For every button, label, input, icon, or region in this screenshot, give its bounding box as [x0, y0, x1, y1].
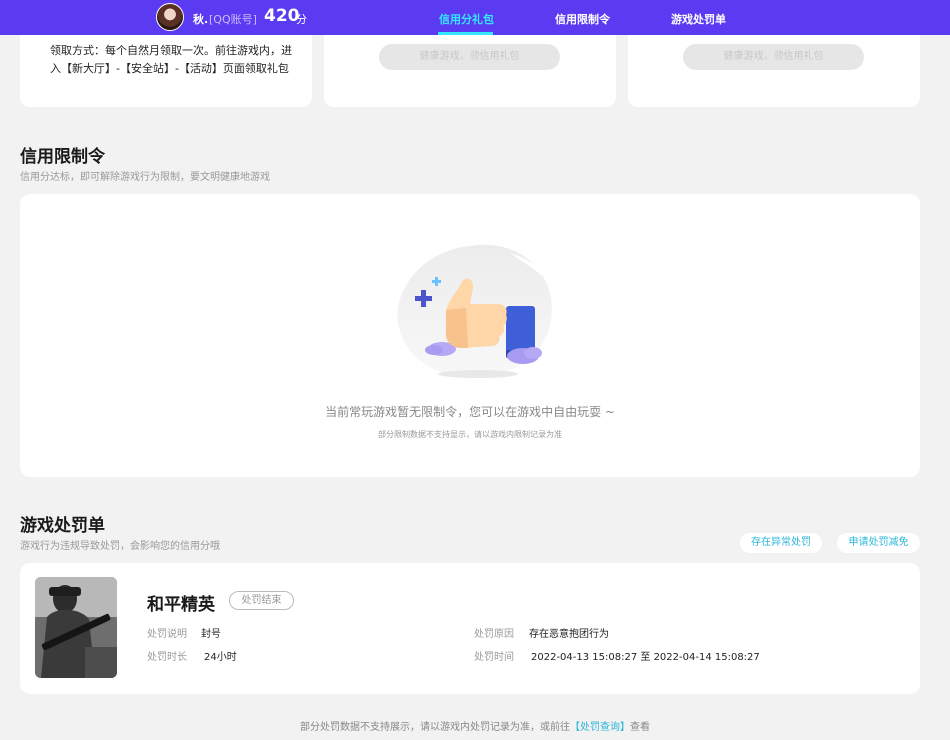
- tab-credit-restriction[interactable]: 信用限制令: [555, 11, 610, 27]
- status-badge: 处罚结束: [229, 591, 294, 610]
- penalty-record-card[interactable]: 和平精英 处罚结束 处罚说明 封号 处罚时长 24小时 处罚原因 存在恶意抱团行…: [20, 563, 920, 694]
- account-type: [QQ账号]: [209, 13, 257, 26]
- penalty-time-label: 处罚时间: [474, 652, 514, 663]
- top-nav-bar: 秋. [QQ账号] 420 分 信用分礼包 信用限制令 游戏处罚单: [0, 0, 950, 35]
- claim-instructions: 领取方式：每个自然月领取一次。前往游戏内，进入【新大厅】-【安全站】-【活动】页…: [50, 44, 292, 75]
- claim-gift-button[interactable]: 健康游戏，领信用礼包: [683, 44, 864, 70]
- penalty-duration-value: 24小时: [204, 652, 237, 663]
- penalty-query-link[interactable]: 【处罚查询】: [570, 722, 630, 733]
- game-cover-image: [35, 577, 117, 678]
- penalty-subtitle: 游戏行为违规导致处罚，会影响您的信用分哦: [20, 541, 220, 552]
- footer-note: 部分处罚数据不支持展示，请以游戏内处罚记录为准，或前往【处罚查询】查看: [0, 718, 950, 733]
- credit-score-unit: 分: [296, 13, 307, 26]
- restriction-title: 信用限制令: [20, 147, 105, 167]
- tab-credit-gift[interactable]: 信用分礼包: [439, 11, 494, 27]
- user-nickname: 秋.: [193, 13, 209, 26]
- penalty-desc-label: 处罚说明: [147, 629, 187, 640]
- restriction-empty-text: 当前常玩游戏暂无限制令，您可以在游戏中自由玩耍 ~: [325, 405, 615, 419]
- avatar[interactable]: [156, 3, 184, 31]
- footer-text: 部分处罚数据不支持展示，请以游戏内处罚记录为准，或前往: [300, 722, 570, 733]
- penalty-desc-value: 封号: [201, 629, 221, 640]
- thumbs-up-icon: [397, 244, 552, 378]
- restriction-subtitle: 信用分达标，即可解除游戏行为限制，要文明健康地游戏: [20, 172, 270, 183]
- penalty-duration-label: 处罚时长: [147, 652, 187, 663]
- credit-score: 420: [264, 6, 300, 26]
- game-name: 和平精英: [147, 595, 215, 615]
- appeal-penalty-button[interactable]: 申请处罚减免: [837, 533, 920, 553]
- penalty-reason-value: 存在恶意抱团行为: [529, 629, 609, 640]
- tab-game-penalty[interactable]: 游戏处罚单: [671, 11, 726, 27]
- restriction-empty-note: 部分限制数据不支持显示，请以游戏内限制记录为准: [378, 430, 562, 439]
- penalty-reason-label: 处罚原因: [474, 629, 514, 640]
- abnormal-penalty-button[interactable]: 存在异常处罚: [740, 533, 822, 553]
- penalty-time-value: 2022-04-13 15:08:27 至 2022-04-14 15:08:2…: [531, 652, 760, 663]
- restriction-empty-card: 当前常玩游戏暂无限制令，您可以在游戏中自由玩耍 ~ 部分限制数据不支持显示，请以…: [20, 194, 920, 477]
- penalty-title: 游戏处罚单: [20, 516, 105, 536]
- claim-gift-button[interactable]: 健康游戏，领信用礼包: [379, 44, 560, 70]
- active-tab-indicator: [438, 32, 493, 35]
- footer-suffix: 查看: [630, 722, 650, 733]
